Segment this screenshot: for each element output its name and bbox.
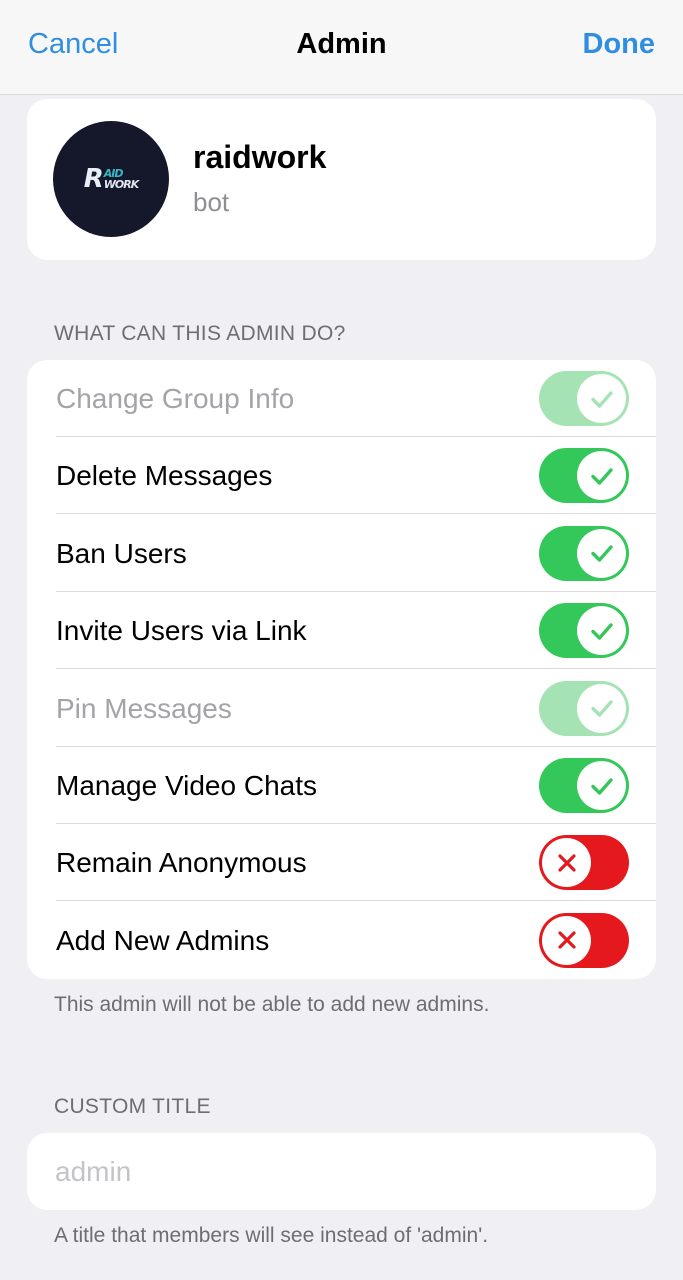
x-mark-icon (542, 915, 591, 965)
permission-label: Delete Messages (56, 460, 273, 492)
done-button[interactable]: Done (583, 28, 656, 61)
permission-row-invite-users-via-link: Invite Users via Link (27, 592, 656, 670)
raidwork-logo: R AID WORK (83, 164, 140, 194)
permissions-header: WHAT CAN THIS ADMIN DO? (54, 322, 346, 345)
permission-label: Change Group Info (56, 383, 295, 414)
permission-label: Invite Users via Link (56, 615, 307, 647)
custom-title-card (27, 1133, 656, 1210)
permission-toggle-remain-anonymous[interactable] (539, 835, 629, 891)
permission-row-ban-users: Ban Users (27, 515, 656, 592)
permission-label: Pin Messages (56, 692, 232, 724)
profile-subtitle: bot (193, 187, 230, 217)
permission-toggle-delete-messages[interactable] (539, 448, 629, 504)
profile-name: raidwork (193, 139, 327, 175)
permission-row-pin-messages: Pin Messages (27, 670, 656, 747)
permissions-list: Change Group Info Delete Messages Ban User… (27, 360, 656, 979)
permission-label: Manage Video Chats (56, 770, 317, 801)
checkmark-icon (577, 761, 626, 810)
permission-row-delete-messages: Delete Messages (27, 437, 656, 515)
permission-row-remain-anonymous: Remain Anonymous (27, 824, 656, 902)
profile-card: R AID WORK raidwork bot (27, 99, 656, 260)
permission-toggle-add-new-admins[interactable] (539, 912, 629, 968)
permission-toggle-ban-users[interactable] (539, 525, 629, 581)
navigation-bar: Cancel Admin Done (0, 0, 683, 95)
permission-row-change-group-info: Change Group Info (27, 360, 656, 437)
permission-toggle-manage-video-chats[interactable] (539, 758, 629, 813)
custom-title-header: CUSTOM TITLE (54, 1095, 211, 1118)
permission-label: Ban Users (56, 537, 187, 569)
checkmark-icon (577, 683, 626, 733)
checkmark-icon (577, 451, 626, 501)
custom-title-input[interactable] (55, 1133, 635, 1210)
permission-toggle-change-group-info[interactable] (539, 371, 629, 426)
custom-title-footer: A title that members will see instead of… (54, 1224, 489, 1247)
x-mark-icon (542, 838, 591, 888)
permission-row-add-new-admins: Add New Admins (27, 902, 656, 979)
page-title: Admin (296, 28, 387, 60)
permissions-footer: This admin will not be able to add new a… (54, 993, 490, 1016)
permission-label: Remain Anonymous (56, 847, 307, 879)
permission-label: Add New Admins (56, 924, 270, 956)
permission-row-manage-video-chats: Manage Video Chats (27, 747, 656, 824)
checkmark-icon (577, 606, 626, 656)
checkmark-icon (577, 528, 626, 578)
permission-toggle-invite-users-via-link[interactable] (539, 603, 629, 659)
permission-toggle-pin-messages[interactable] (539, 680, 629, 736)
checkmark-icon (577, 374, 626, 423)
avatar: R AID WORK (53, 121, 169, 237)
